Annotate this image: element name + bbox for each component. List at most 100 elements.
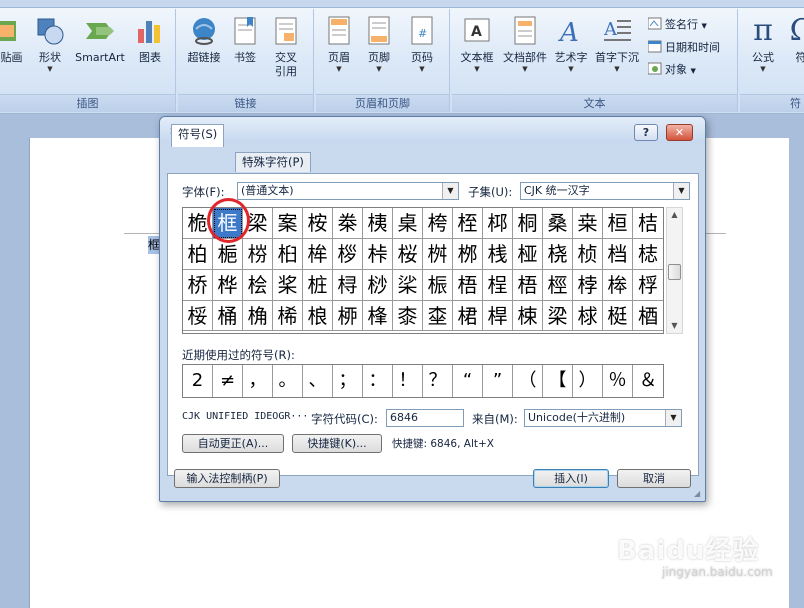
header-button[interactable]: 页眉 ▼ xyxy=(322,15,356,73)
symbol-cell[interactable]: 桱 xyxy=(543,270,573,301)
symbol-cell[interactable]: 桝 xyxy=(423,239,453,270)
recent-symbol-cell[interactable]: ％ xyxy=(603,365,633,397)
symbol-cell[interactable]: 桼 xyxy=(393,301,423,331)
equation-button[interactable]: π 公式 ▼ xyxy=(744,15,782,74)
symbol-button[interactable]: Ω 符 xyxy=(786,15,804,65)
hyperlink-button[interactable]: 超链接 xyxy=(182,15,226,65)
symbol-cell[interactable]: 桺 xyxy=(333,301,363,331)
signature-line-button[interactable]: 签名行 ▼ xyxy=(647,16,707,32)
symbol-cell[interactable]: 桚 xyxy=(333,239,363,270)
autocorrect-button[interactable]: 自动更正(A)... xyxy=(182,434,284,453)
symbol-cell[interactable]: 桅 xyxy=(183,208,213,239)
symbol-cell[interactable]: 桧 xyxy=(243,270,273,301)
smartart-button[interactable]: SmartArt xyxy=(72,15,128,65)
symbol-cell[interactable]: 桠 xyxy=(513,239,543,270)
tab-special-characters[interactable]: 特殊字符(P) xyxy=(235,152,311,172)
recent-symbol-cell[interactable]: 【 xyxy=(543,365,573,397)
symbol-cell[interactable]: 桒 xyxy=(573,208,603,239)
symbol-cell[interactable]: 桹 xyxy=(303,301,333,331)
symbol-cell[interactable]: 梔 xyxy=(213,239,243,270)
recent-symbol-cell[interactable]: “ xyxy=(453,365,483,397)
symbol-cell[interactable]: 桌 xyxy=(393,208,423,239)
symbol-cell[interactable]: 桥 xyxy=(183,270,213,301)
symbol-cell[interactable]: 梁 xyxy=(543,301,573,331)
symbol-cell[interactable]: 梀 xyxy=(513,301,543,331)
symbol-cell[interactable]: 桨 xyxy=(273,270,303,301)
resize-grip-icon[interactable]: ◢ xyxy=(694,490,703,499)
recent-symbol-cell[interactable]: ＆ xyxy=(633,365,663,397)
recent-symbol-cell[interactable]: 。 xyxy=(273,365,303,397)
textbox-button[interactable]: A 文本框 ▼ xyxy=(456,15,498,73)
symbol-cell[interactable]: 桕 xyxy=(273,239,303,270)
symbol-cell[interactable]: 桑 xyxy=(543,208,573,239)
object-button[interactable]: 对象 ▼ xyxy=(647,61,696,77)
subset-select[interactable]: CJK 统一汉字 ▼ xyxy=(520,182,690,200)
symbol-cell[interactable]: 桵 xyxy=(183,301,213,331)
dialog-titlebar[interactable]: 符号 ? ✕ xyxy=(160,117,705,143)
symbol-cell[interactable]: 桏 xyxy=(483,208,513,239)
symbol-cell[interactable]: 桳 xyxy=(603,270,633,301)
symbol-cell[interactable]: 桽 xyxy=(423,301,453,331)
ime-control-button[interactable]: 输入法控制柄(P) xyxy=(174,469,280,488)
symbol-cell[interactable]: 桻 xyxy=(363,301,393,331)
scroll-down-icon[interactable]: ▼ xyxy=(667,319,682,333)
symbol-cell[interactable]: 梄 xyxy=(633,301,663,331)
chevron-down-icon[interactable]: ▼ xyxy=(442,183,458,199)
symbol-cell[interactable]: 桫 xyxy=(363,270,393,301)
symbol-cell[interactable]: 桯 xyxy=(483,270,513,301)
close-button[interactable]: ✕ xyxy=(666,124,693,141)
page-number-button[interactable]: # 页码 ▼ xyxy=(404,15,440,73)
symbol-cell[interactable]: 桐 xyxy=(513,208,543,239)
cancel-button[interactable]: 取消 xyxy=(617,469,691,488)
symbol-cell[interactable]: 桡 xyxy=(543,239,573,270)
recent-symbol-cell[interactable]: ？ xyxy=(423,365,453,397)
clipart-button[interactable]: 剪贴画 xyxy=(0,15,28,65)
symbol-cell[interactable]: 案 xyxy=(273,208,303,239)
shortcut-key-button[interactable]: 快捷键(K)... xyxy=(292,434,382,453)
recent-symbol-cell[interactable]: 2 xyxy=(183,365,213,397)
symbol-cell[interactable]: 桟 xyxy=(483,239,513,270)
symbol-cell[interactable]: 桙 xyxy=(303,239,333,270)
symbol-cell[interactable]: 桪 xyxy=(333,270,363,301)
symbol-cell[interactable]: 桍 xyxy=(423,208,453,239)
symbol-cell[interactable]: 梂 xyxy=(573,301,603,331)
symbol-cell[interactable]: 桎 xyxy=(453,208,483,239)
chevron-down-icon[interactable]: ▼ xyxy=(665,410,681,426)
char-code-input[interactable]: 6846 xyxy=(386,409,464,427)
symbol-grid[interactable]: 桅框梁案桉桊桋桌桍桎桏桐桑桒桓桔柏梔梤桕桙桚桛桜桝桞桟桠桡桢档梽桥桦桧桨桩桪桫桬… xyxy=(182,207,664,334)
bookmark-button[interactable]: 书签 xyxy=(228,15,262,65)
insert-button[interactable]: 插入(I) xyxy=(533,469,609,488)
symbol-cell[interactable]: 柏 xyxy=(183,239,213,270)
recent-symbol-cell[interactable]: ” xyxy=(483,365,513,397)
symbol-cell[interactable]: 桊 xyxy=(333,208,363,239)
tab-symbols[interactable]: 符号(S) xyxy=(171,124,225,147)
symbol-cell[interactable]: 梃 xyxy=(603,301,633,331)
wordart-button[interactable]: A 艺术字 ▼ xyxy=(552,15,590,73)
font-select[interactable]: (普通文本) ▼ xyxy=(237,182,459,200)
symbol-grid-scrollbar[interactable]: ▲ ▼ xyxy=(666,207,683,334)
symbol-cell[interactable]: 桿 xyxy=(483,301,513,331)
symbol-cell[interactable]: 桾 xyxy=(453,301,483,331)
from-select[interactable]: Unicode(十六进制) ▼ xyxy=(524,409,682,427)
symbol-cell[interactable]: 桦 xyxy=(213,270,243,301)
drop-cap-button[interactable]: A 首字下沉 ▼ xyxy=(592,15,642,73)
recent-symbol-cell[interactable]: （ xyxy=(513,365,543,397)
recent-symbol-cell[interactable]: ≠ xyxy=(213,365,243,397)
footer-button[interactable]: 页脚 ▼ xyxy=(362,15,396,73)
scroll-thumb[interactable] xyxy=(668,264,681,280)
symbol-cell[interactable]: 桞 xyxy=(453,239,483,270)
symbol-cell[interactable]: 桭 xyxy=(423,270,453,301)
symbol-cell[interactable]: 梁 xyxy=(243,208,273,239)
symbol-cell[interactable]: 桉 xyxy=(303,208,333,239)
symbol-cell[interactable]: 梽 xyxy=(633,239,663,270)
chart-button[interactable]: 图表 xyxy=(132,15,168,65)
recent-symbol-cell[interactable]: ） xyxy=(573,365,603,397)
recent-symbol-cell[interactable]: ； xyxy=(333,365,363,397)
date-time-button[interactable]: 日期和时间 xyxy=(647,39,720,55)
recent-symbols-row[interactable]: 2 ≠，。、；：！？ “” （【）％＆ xyxy=(182,364,664,398)
recent-symbol-cell[interactable]: ： xyxy=(363,365,393,397)
help-button[interactable]: ? xyxy=(634,124,658,141)
symbol-cell[interactable]: 桷 xyxy=(243,301,273,331)
symbol-cell[interactable]: 桴 xyxy=(633,270,663,301)
cross-reference-button[interactable]: 交叉 引用 xyxy=(266,15,306,79)
